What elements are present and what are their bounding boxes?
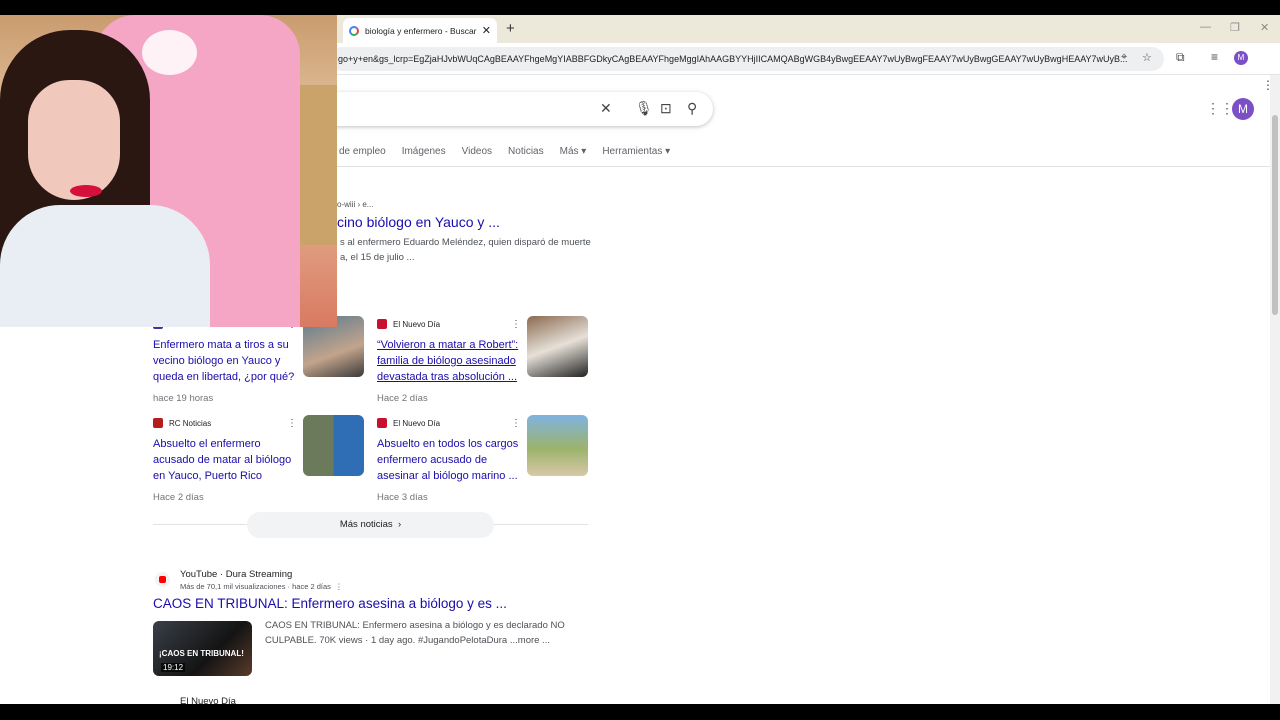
news-thumbnail[interactable] — [527, 316, 588, 377]
news-title-link[interactable]: Absuelto el enfermero acusado de matar a… — [153, 436, 298, 484]
result-title-link[interactable]: cino biólogo en Yauco y ... — [337, 214, 500, 230]
news-card[interactable]: Univision⋮ Enfermero mata a tiros a su v… — [153, 316, 364, 404]
tab-noticias[interactable]: Noticias — [508, 146, 544, 157]
thumbnail-caption: ¡CAOS EN TRIBUNAL! — [159, 649, 244, 658]
video-snippet: CAOS EN TRIBUNAL: Enfermero asesina a bi… — [265, 620, 565, 646]
tab-title: biología y enfermero - Buscar c — [365, 25, 478, 36]
new-tab-icon[interactable]: + — [506, 20, 515, 37]
close-window-icon[interactable]: ✕ — [1260, 21, 1269, 34]
news-card[interactable]: RC Noticias ⋮ Absuelto el enfermero acusa… — [153, 415, 364, 503]
tab-herramientas[interactable]: Herramientas ▾ — [602, 146, 670, 157]
search-input[interactable]: ✕ 🎙 ⊡ ⚲ — [310, 92, 713, 126]
browser-tab[interactable]: biología y enfermero - Buscar c ✕ — [343, 18, 497, 43]
snippet-line: a, el 15 de julio ... — [340, 252, 415, 263]
news-source: El Nuevo Día — [393, 319, 441, 329]
end-logo-icon — [377, 418, 387, 428]
result-meta-text: Más de 70,1 mil visualizaciones · hace 2… — [180, 582, 331, 591]
more-options-icon[interactable]: ⋮ — [287, 418, 297, 429]
profile-avatar-small[interactable]: M — [1234, 51, 1248, 65]
scrollbar-thumb[interactable] — [1272, 115, 1278, 315]
news-source: RC Noticias — [169, 418, 212, 428]
result-source: YouTube · Dura Streaming — [180, 569, 293, 580]
close-tab-icon[interactable]: ✕ — [482, 24, 491, 37]
page-scrollbar[interactable] — [1270, 75, 1280, 704]
news-source: El Nuevo Día — [393, 418, 441, 428]
news-time: Hace 3 días — [377, 492, 428, 503]
video-thumbnail[interactable]: ¡CAOS EN TRIBUNAL! 19:12 — [153, 621, 252, 676]
news-thumbnail[interactable] — [527, 415, 588, 476]
person-face — [28, 80, 120, 200]
more-news-button[interactable]: Más noticias › — [247, 512, 494, 538]
news-thumbnail[interactable] — [303, 415, 364, 476]
clear-icon[interactable]: ✕ — [600, 100, 612, 117]
end-logo-icon — [377, 319, 387, 329]
chair-logo — [142, 30, 197, 75]
person-shirt — [0, 205, 210, 327]
news-time: Hace 2 días — [377, 393, 428, 404]
google-apps-icon[interactable]: ⋮⋮ — [1206, 100, 1234, 117]
webcam-overlay — [0, 15, 337, 327]
youtube-favicon-icon — [155, 572, 170, 587]
media-icon[interactable]: ≡ — [1211, 50, 1218, 64]
location-icon[interactable]: ⌖ — [1121, 51, 1127, 64]
mic-icon[interactable]: 🎙 — [635, 100, 653, 117]
result-meta: Más de 70,1 mil visualizaciones · hace 2… — [180, 582, 343, 591]
news-card[interactable]: El Nuevo Día ⋮ Absuelto en todos los carg… — [377, 415, 588, 503]
tab-videos[interactable]: Videos — [462, 146, 492, 157]
search-tabs: de empleo Imágenes Videos Noticias Más ▾… — [339, 146, 686, 157]
more-options-icon[interactable]: ⋮ — [511, 418, 521, 429]
next-result-source: El Nuevo Día — [180, 696, 236, 704]
news-title-link[interactable]: Absuelto en todos los cargos enfermero a… — [377, 436, 522, 484]
video-title-link[interactable]: CAOS EN TRIBUNAL: Enfermero asesina a bi… — [153, 596, 507, 611]
news-card[interactable]: El Nuevo Día ⋮ “Volvieron a matar a Rober… — [377, 316, 588, 404]
restore-icon[interactable]: ❐ — [1230, 21, 1240, 34]
divider — [494, 524, 588, 525]
tab-empleo[interactable]: de empleo — [339, 146, 386, 157]
search-icon[interactable]: ⚲ — [687, 100, 697, 117]
news-title-link[interactable]: Enfermero mata a tiros a su vecino biólo… — [153, 337, 298, 385]
google-favicon-icon — [349, 25, 359, 36]
news-time: Hace 2 días — [153, 492, 204, 503]
news-time: hace 19 horas — [153, 393, 214, 404]
google-account-avatar[interactable]: M — [1232, 98, 1254, 120]
video-duration: 19:12 — [161, 663, 186, 672]
more-options-icon[interactable]: ⋮ — [511, 319, 521, 330]
result-snippet: s al enfermero Eduardo Meléndez, quien d… — [340, 235, 600, 265]
tab-imagenes[interactable]: Imágenes — [402, 146, 446, 157]
tab-mas[interactable]: Más ▾ — [560, 146, 587, 157]
rc-logo-icon — [153, 418, 163, 428]
divider — [153, 524, 247, 525]
news-title-link[interactable]: “Volvieron a matar a Robert”: familia de… — [377, 337, 522, 385]
more-news-label: Más noticias — [339, 519, 393, 530]
browser-window: biología y enfermero - Buscar c ✕ + — ❐ … — [0, 15, 1280, 704]
result-source: o-wiii › e... — [337, 200, 374, 209]
bookmark-star-icon[interactable]: ☆ — [1142, 51, 1152, 64]
url-field[interactable]: go+y+en&gs_lcrp=EgZjaHJvbWUqCAgBEAAYFhge… — [330, 47, 1164, 71]
minimize-icon[interactable]: — — [1200, 21, 1211, 33]
snippet-line: s al enfermero Eduardo Meléndez, quien d… — [340, 237, 591, 248]
lens-icon[interactable]: ⊡ — [660, 100, 672, 117]
person-lips — [70, 185, 102, 197]
extensions-icon[interactable]: ⧉ — [1176, 50, 1185, 65]
